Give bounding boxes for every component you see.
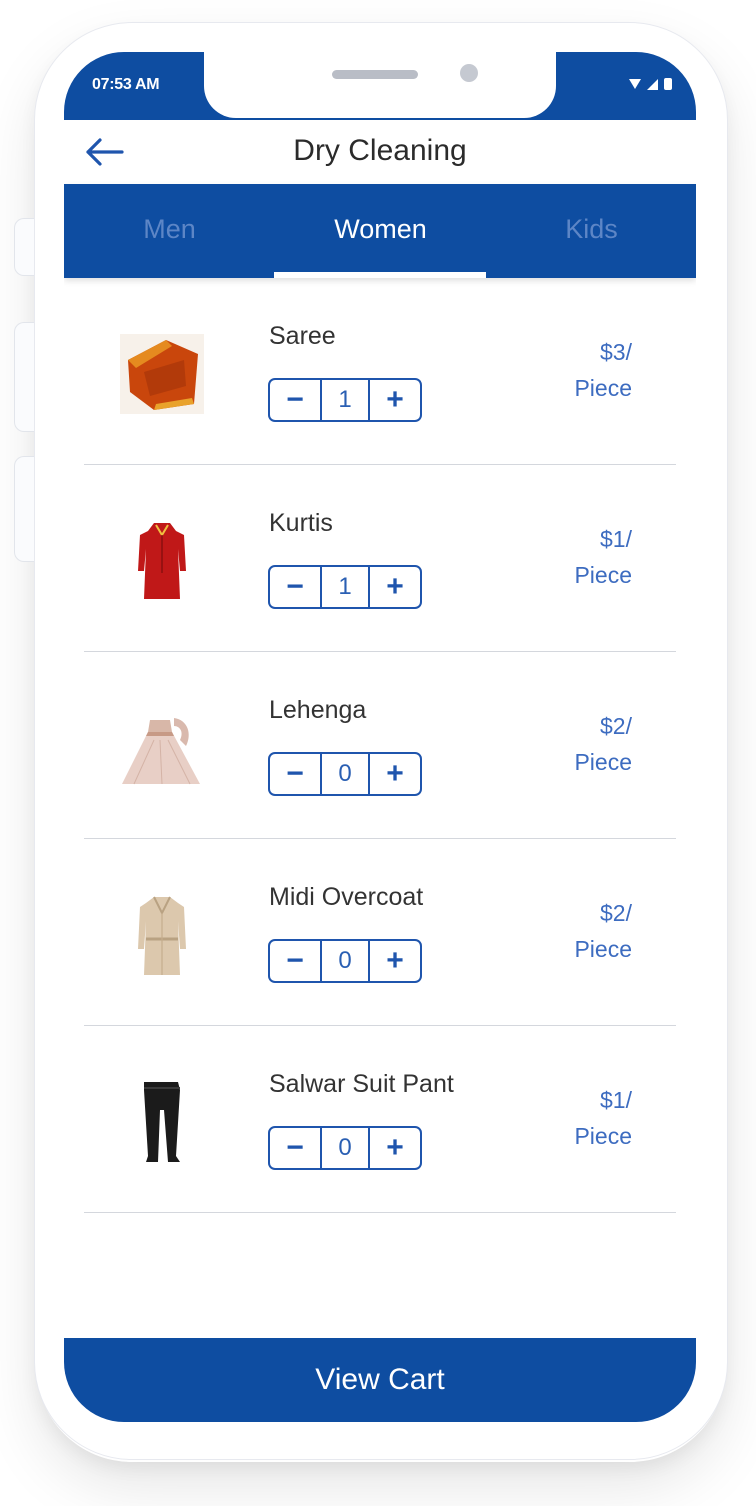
- status-bar: 07:53 AM: [64, 52, 696, 120]
- increase-button[interactable]: +: [368, 754, 420, 794]
- lehenga-image: [122, 718, 200, 785]
- phone-side-button: [14, 218, 35, 276]
- list-item: Midi Overcoat − 0 + $2/ Piece: [84, 839, 676, 1026]
- decrease-button[interactable]: −: [270, 941, 322, 981]
- price-amount: $1/: [600, 526, 632, 552]
- price-amount: $3/: [600, 339, 632, 365]
- item-name: Lehenga: [269, 696, 367, 724]
- price-unit: Piece: [574, 562, 632, 588]
- item-name: Salwar Suit Pant: [269, 1070, 454, 1098]
- price-unit: Piece: [574, 1123, 632, 1149]
- increase-button[interactable]: +: [368, 1128, 420, 1168]
- status-time: 07:53 AM: [92, 76, 160, 93]
- quantity-value: 0: [338, 947, 352, 974]
- status-icons: [629, 78, 672, 90]
- quantity-value: 1: [338, 573, 352, 600]
- increase-button[interactable]: +: [368, 567, 420, 607]
- decrease-button[interactable]: −: [270, 754, 322, 794]
- quantity-stepper: − 1 +: [268, 565, 422, 609]
- kurti-image: [138, 523, 186, 599]
- list-item: Salwar Suit Pant − 0 + $1/ Piece: [84, 1026, 676, 1213]
- notch: [204, 52, 556, 118]
- item-price: $1/ Piece: [574, 1082, 632, 1154]
- item-price: $1/ Piece: [574, 521, 632, 593]
- price-unit: Piece: [574, 749, 632, 775]
- quantity-value: 0: [338, 1134, 352, 1161]
- item-name: Saree: [269, 322, 336, 350]
- category-tabs: Men Women Kids: [64, 184, 696, 278]
- tab-men[interactable]: Men: [64, 214, 275, 245]
- quantity-stepper: − 0 +: [268, 1126, 422, 1170]
- phone-side-button: [14, 456, 35, 562]
- decrease-button[interactable]: −: [270, 1128, 322, 1168]
- view-cart-button[interactable]: View Cart: [64, 1338, 696, 1422]
- battery-icon: [664, 78, 672, 90]
- item-name: Kurtis: [269, 509, 333, 537]
- quantity-stepper: − 0 +: [268, 939, 422, 983]
- list-item: Saree − 1 + $3/ Piece: [84, 278, 676, 465]
- overcoat-image: [138, 896, 186, 975]
- list-item: Kurtis − 1 + $1/ Piece: [84, 465, 676, 652]
- price-amount: $2/: [600, 713, 632, 739]
- price-unit: Piece: [574, 936, 632, 962]
- price-amount: $2/: [600, 900, 632, 926]
- app-screen: 07:53 AM Dry Cleaning Men Women Kids Sar…: [64, 52, 696, 1422]
- quantity-stepper: − 0 +: [268, 752, 422, 796]
- phone-side-button: [14, 322, 35, 432]
- app-bar: Dry Cleaning: [64, 120, 696, 184]
- price-amount: $1/: [600, 1087, 632, 1113]
- signal-icon: [647, 78, 658, 90]
- tab-kids[interactable]: Kids: [486, 214, 696, 245]
- saree-image: [120, 334, 204, 414]
- item-name: Midi Overcoat: [269, 883, 424, 911]
- wifi-icon: [629, 79, 641, 89]
- item-list: Saree − 1 + $3/ Piece Kurtis − 1 + $1/ P…: [84, 278, 676, 1213]
- price-unit: Piece: [574, 375, 632, 401]
- quantity-value: 1: [338, 386, 352, 413]
- quantity-stepper: − 1 +: [268, 378, 422, 422]
- item-price: $2/ Piece: [574, 895, 632, 967]
- quantity-value: 0: [338, 760, 352, 787]
- page-title: Dry Cleaning: [293, 134, 467, 167]
- decrease-button[interactable]: −: [270, 567, 322, 607]
- item-price: $3/ Piece: [574, 334, 632, 406]
- list-item: Lehenga − 0 + $2/ Piece: [84, 652, 676, 839]
- decrease-button[interactable]: −: [270, 380, 322, 420]
- item-price: $2/ Piece: [574, 708, 632, 780]
- pant-image: [144, 1082, 180, 1162]
- increase-button[interactable]: +: [368, 380, 420, 420]
- tab-women[interactable]: Women: [275, 214, 486, 245]
- increase-button[interactable]: +: [368, 941, 420, 981]
- speaker: [332, 70, 418, 79]
- camera: [460, 64, 478, 82]
